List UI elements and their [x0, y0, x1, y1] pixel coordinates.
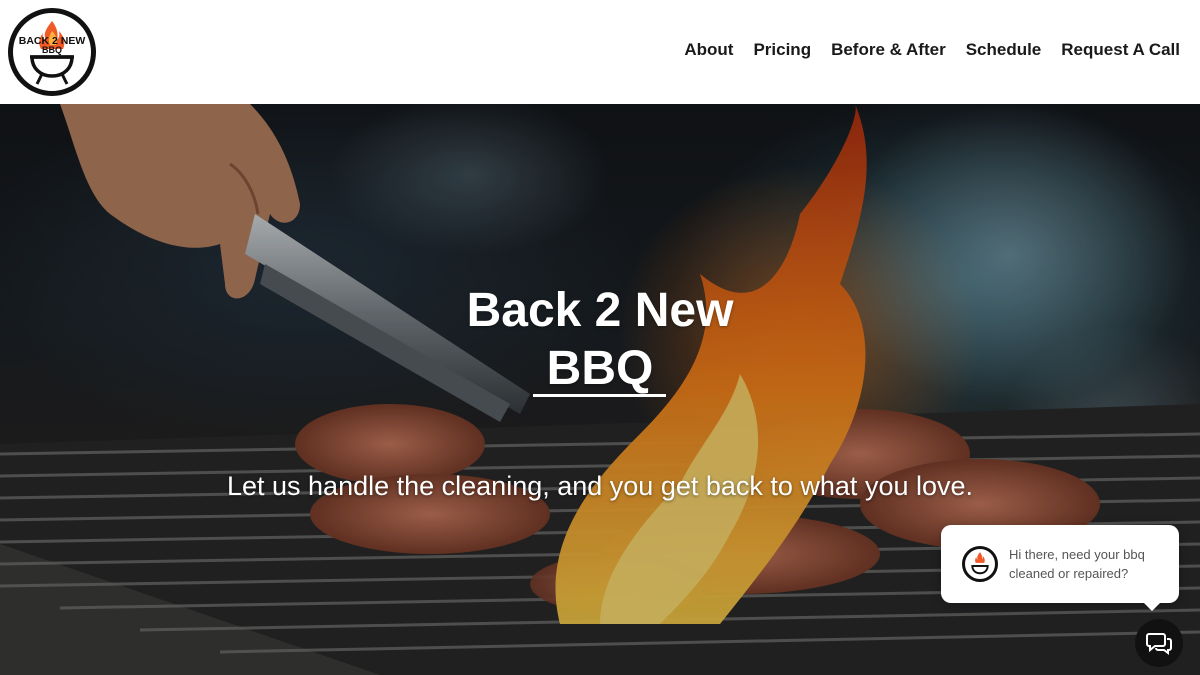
hero-title-line1: Back 2 New [466, 284, 734, 337]
chat-launcher-button[interactable] [1135, 619, 1183, 667]
chat-bubbles-icon [1146, 633, 1172, 655]
site-header: BACK 2 NEW BBQ About Pricing Before & Af… [0, 0, 1200, 104]
hero-title-underline [533, 394, 666, 397]
chat-greeting-bubble[interactable]: Hi there, need your bbq cleaned or repai… [941, 525, 1179, 611]
chat-greeting-text: Hi there, need your bbq cleaned or repai… [1009, 547, 1145, 581]
hero-subtitle: Let us handle the cleaning, and you get … [226, 471, 974, 501]
hero-title-line2: BBQ [546, 342, 654, 395]
main-nav: About Pricing Before & After Schedule Re… [664, 40, 1180, 60]
nav-link-before-after[interactable]: Before & After [831, 40, 946, 60]
chat-avatar [962, 546, 998, 582]
logo-text-line2: BBQ [42, 45, 62, 55]
nav-link-schedule[interactable]: Schedule [966, 40, 1042, 60]
brand-logo[interactable]: BACK 2 NEW BBQ [8, 8, 96, 96]
nav-link-pricing[interactable]: Pricing [753, 40, 811, 60]
grill-flame-icon [971, 552, 989, 575]
nav-link-request-a-call[interactable]: Request A Call [1061, 40, 1180, 60]
nav-link-about[interactable]: About [684, 40, 733, 60]
